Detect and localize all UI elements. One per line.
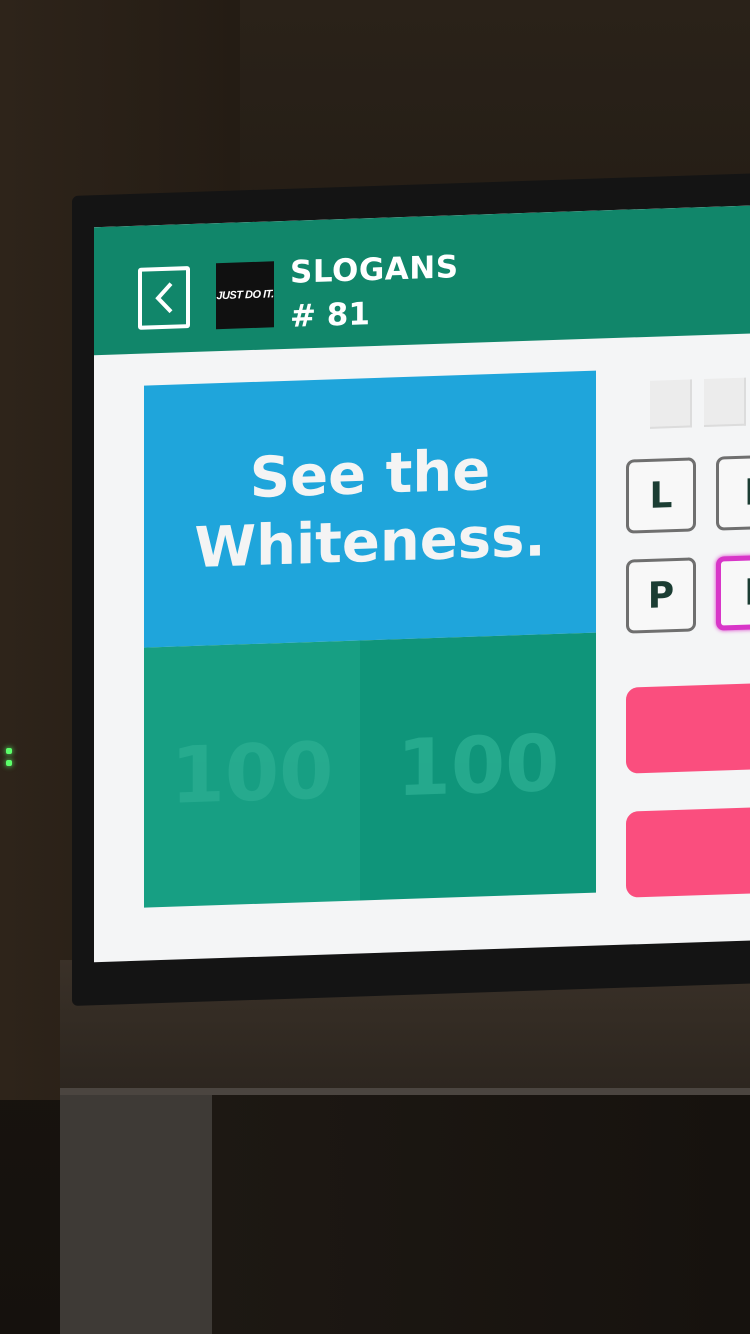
clue-card: See the Whiteness. bbox=[144, 370, 596, 648]
chevron-left-icon bbox=[155, 282, 173, 314]
logo-text: JUST DO IT. bbox=[216, 288, 274, 303]
game-screen: JUST DO IT. SLOGANS # 81 See the Whitene… bbox=[94, 205, 750, 963]
hint-tile[interactable]: 100 bbox=[360, 632, 596, 901]
hint-tile[interactable]: 100 bbox=[144, 640, 360, 908]
clue-line-1: See the bbox=[249, 438, 491, 512]
clue-line-2: Whiteness. bbox=[194, 504, 546, 581]
action-button[interactable] bbox=[626, 804, 750, 898]
hint-tile-label: 100 bbox=[170, 726, 334, 822]
category-title: SLOGANS bbox=[290, 249, 459, 291]
back-button[interactable] bbox=[138, 266, 190, 330]
hint-tile-label: 100 bbox=[396, 718, 560, 815]
tv-frame: JUST DO IT. SLOGANS # 81 See the Whitene… bbox=[72, 172, 750, 1006]
answer-slot[interactable] bbox=[704, 377, 746, 428]
level-header: JUST DO IT. SLOGANS # 81 bbox=[94, 205, 750, 356]
device-led bbox=[6, 748, 12, 754]
answer-slot[interactable] bbox=[650, 379, 692, 429]
action-button[interactable] bbox=[626, 680, 750, 774]
level-number: # 81 bbox=[290, 296, 370, 335]
letter-key[interactable]: I bbox=[716, 454, 750, 531]
letter-key[interactable]: P bbox=[626, 557, 696, 634]
device-led bbox=[6, 760, 12, 766]
slogan-logo: JUST DO IT. bbox=[216, 261, 274, 330]
letter-key[interactable]: L bbox=[626, 457, 696, 534]
letter-key-selected[interactable]: I bbox=[716, 554, 750, 631]
tv-stand-shelf bbox=[60, 1095, 750, 1334]
